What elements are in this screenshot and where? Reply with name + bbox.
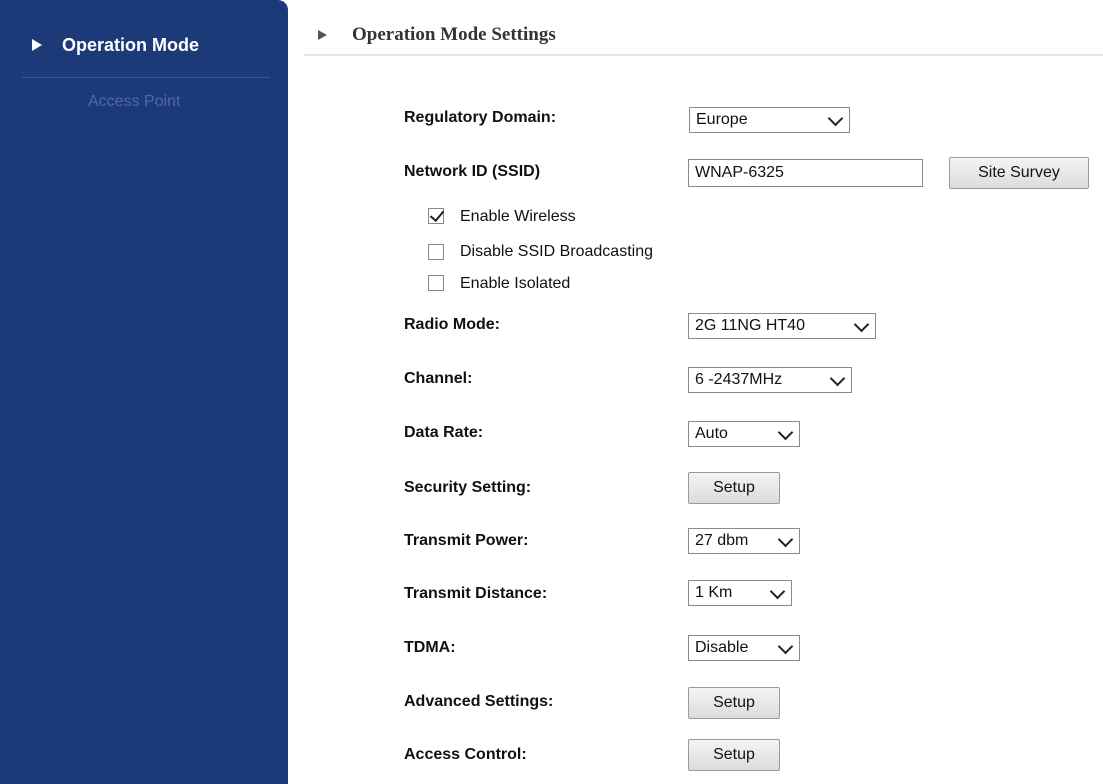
enable-isolated-checkbox[interactable]: [428, 275, 444, 291]
checkmark-icon: [429, 206, 445, 223]
ssid-label: Network ID (SSID): [404, 163, 541, 180]
sidebar: Operation Mode Access Point: [0, 0, 288, 784]
tdma-value: Disable: [695, 639, 749, 656]
disable-ssid-broadcasting-checkbox[interactable]: [428, 244, 444, 260]
chevron-down-icon: [829, 370, 846, 387]
access-control-label: Access Control:: [404, 746, 527, 763]
transmit-power-label: Transmit Power:: [404, 532, 529, 549]
advanced-settings-label: Advanced Settings:: [404, 693, 554, 710]
advanced-setup-button[interactable]: Setup: [688, 687, 780, 719]
transmit-distance-select[interactable]: 1 Km: [688, 580, 792, 606]
enable-wireless-label: Enable Wireless: [460, 208, 576, 225]
header-divider: [304, 54, 1103, 56]
sidebar-item-operation-mode[interactable]: Operation Mode: [0, 28, 288, 68]
section-header: Operation Mode Settings: [304, 20, 1103, 52]
ssid-input[interactable]: WNAP-6325: [688, 159, 923, 187]
channel-select[interactable]: 6 -2437MHz: [688, 367, 852, 393]
regulatory-domain-value: Europe: [696, 111, 748, 128]
transmit-power-select[interactable]: 27 dbm: [688, 528, 800, 554]
enable-wireless-checkbox[interactable]: [428, 206, 445, 224]
data-rate-select[interactable]: Auto: [688, 421, 800, 447]
chevron-down-icon: [777, 424, 794, 441]
chevron-down-icon: [777, 638, 794, 655]
chevron-down-icon: [777, 531, 794, 548]
page-title: Operation Mode Settings: [352, 24, 556, 45]
tdma-label: TDMA:: [404, 639, 456, 656]
channel-value: 6 -2437MHz: [695, 371, 783, 388]
transmit-distance-label: Transmit Distance:: [404, 585, 548, 602]
tdma-select[interactable]: Disable: [688, 635, 800, 661]
radio-mode-label: Radio Mode:: [404, 316, 500, 333]
data-rate-label: Data Rate:: [404, 424, 484, 441]
channel-label: Channel:: [404, 370, 473, 387]
regulatory-domain-label: Regulatory Domain:: [404, 109, 557, 126]
enable-isolated-label: Enable Isolated: [460, 275, 571, 292]
access-control-setup-button[interactable]: Setup: [688, 739, 780, 771]
ssid-value: WNAP-6325: [695, 164, 784, 181]
radio-mode-value: 2G 11NG HT40: [695, 317, 805, 334]
sidebar-divider: [22, 77, 270, 78]
triangle-right-icon: [32, 39, 42, 51]
disable-ssid-broadcasting-label: Disable SSID Broadcasting: [460, 243, 653, 260]
transmit-power-value: 27 dbm: [695, 532, 749, 549]
sidebar-item-label: Operation Mode: [62, 35, 200, 55]
site-survey-button[interactable]: Site Survey: [949, 157, 1089, 189]
regulatory-domain-select[interactable]: Europe: [689, 107, 850, 133]
sidebar-item-access-point[interactable]: Access Point: [88, 93, 180, 111]
chevron-down-icon: [853, 316, 870, 333]
triangle-right-icon: [318, 30, 327, 40]
transmit-distance-value: 1 Km: [695, 584, 733, 601]
chevron-down-icon: [827, 110, 844, 127]
chevron-down-icon: [769, 583, 786, 600]
radio-mode-select[interactable]: 2G 11NG HT40: [688, 313, 876, 339]
security-setting-label: Security Setting:: [404, 479, 532, 496]
security-setup-button[interactable]: Setup: [688, 472, 780, 504]
data-rate-value: Auto: [695, 425, 728, 442]
